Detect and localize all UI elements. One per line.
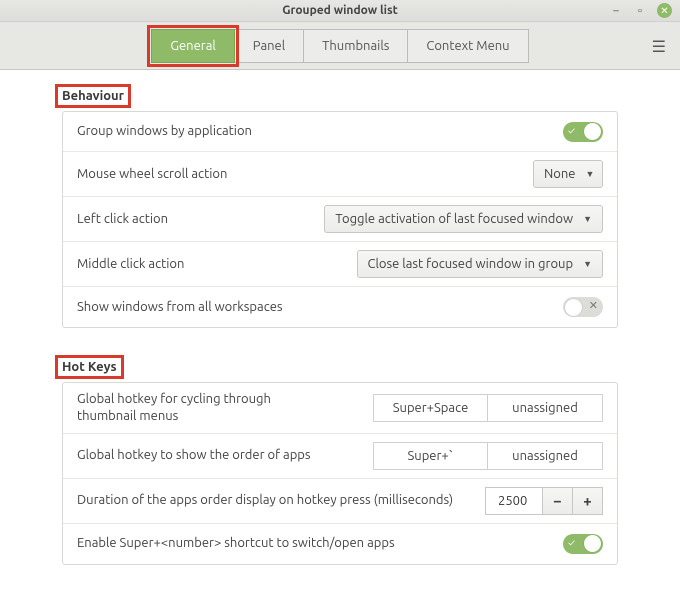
select-mouse-wheel[interactable]: None ▼ (533, 160, 603, 188)
tab-panel[interactable]: Panel (235, 29, 304, 63)
spinner-duration: 2500 − + (485, 487, 603, 515)
select-middle-click-value: Close last focused window in group (368, 257, 574, 271)
tab-general[interactable]: General (151, 29, 234, 63)
tabs: General Panel Thumbnails Context Menu (151, 29, 528, 63)
spinner-decrement-button[interactable]: − (543, 487, 573, 515)
row-duration: Duration of the apps order display on ho… (63, 479, 617, 524)
hotkey-show-order-2[interactable]: unassigned (488, 442, 603, 470)
hotkeys-panel: Global hotkey for cycling through thumbn… (62, 382, 618, 565)
maximize-button[interactable]: ▫ (633, 4, 647, 18)
row-middle-click: Middle click action Close last focused w… (63, 242, 617, 287)
label-duration: Duration of the apps order display on ho… (77, 492, 485, 509)
row-cycle-thumb: Global hotkey for cycling through thumbn… (63, 383, 617, 434)
row-left-click: Left click action Toggle activation of l… (63, 197, 617, 242)
label-mouse-wheel: Mouse wheel scroll action (77, 166, 533, 183)
hotkey-cycle-thumb-1[interactable]: Super+Space (373, 394, 488, 422)
caret-down-icon: ▼ (583, 259, 592, 269)
toggle-group-by-app[interactable]: ✓ (563, 122, 603, 142)
hotkey-show-order-1[interactable]: Super+` (373, 442, 488, 470)
spinner-duration-value[interactable]: 2500 (485, 487, 543, 515)
label-show-all-ws: Show windows from all workspaces (77, 299, 563, 316)
label-enable-super-num: Enable Super+<number> shortcut to switch… (77, 535, 563, 552)
section-heading-hotkeys: Hot Keys (58, 358, 121, 376)
select-middle-click[interactable]: Close last focused window in group ▼ (357, 250, 603, 278)
titlebar: Grouped window list – ▫ ✕ (0, 0, 680, 22)
tab-bar: General Panel Thumbnails Context Menu ☰ (0, 22, 680, 70)
caret-down-icon: ▼ (583, 214, 592, 224)
row-enable-super-num: Enable Super+<number> shortcut to switch… (63, 524, 617, 564)
spinner-increment-button[interactable]: + (573, 487, 603, 515)
toggle-enable-super-num[interactable]: ✓ (563, 534, 603, 554)
settings-window: Grouped window list – ▫ ✕ General Panel … (0, 0, 680, 615)
select-mouse-wheel-value: None (544, 167, 576, 181)
label-middle-click: Middle click action (77, 256, 357, 273)
label-cycle-thumb: Global hotkey for cycling through thumbn… (77, 391, 307, 425)
tab-thumbnails[interactable]: Thumbnails (304, 29, 408, 63)
behaviour-panel: Group windows by application ✓ Mouse whe… (62, 111, 618, 328)
caret-down-icon: ▼ (586, 169, 595, 179)
window-controls: – ▫ ✕ (609, 3, 672, 18)
hotkey-pair-cycle-thumb: Super+Space unassigned (373, 394, 603, 422)
label-show-order: Global hotkey to show the order of apps (77, 447, 373, 464)
row-group-by-app: Group windows by application ✓ (63, 112, 617, 152)
content-area: Behaviour Group windows by application ✓… (0, 70, 680, 615)
label-group-by-app: Group windows by application (77, 123, 563, 140)
minimize-button[interactable]: – (609, 4, 623, 18)
toggle-show-all-ws[interactable]: ✕ (563, 297, 603, 317)
hotkey-pair-show-order: Super+` unassigned (373, 442, 603, 470)
window-title: Grouped window list (282, 4, 398, 17)
tab-context-menu[interactable]: Context Menu (408, 29, 528, 63)
row-show-all-ws: Show windows from all workspaces ✕ (63, 287, 617, 327)
close-button[interactable]: ✕ (657, 3, 672, 18)
select-left-click[interactable]: Toggle activation of last focused window… (324, 205, 603, 233)
row-show-order: Global hotkey to show the order of apps … (63, 434, 617, 479)
hamburger-menu-icon[interactable]: ☰ (652, 37, 666, 56)
section-heading-behaviour: Behaviour (58, 87, 128, 105)
select-left-click-value: Toggle activation of last focused window (335, 212, 573, 226)
label-left-click: Left click action (77, 211, 324, 228)
row-mouse-wheel: Mouse wheel scroll action None ▼ (63, 152, 617, 197)
hotkey-cycle-thumb-2[interactable]: unassigned (488, 394, 603, 422)
